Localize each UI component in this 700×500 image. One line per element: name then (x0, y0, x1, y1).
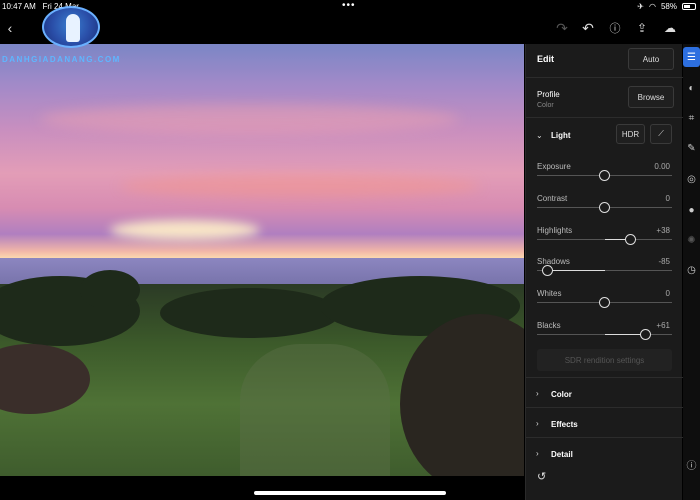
slider-value-exposure[interactable]: 0.00 (654, 162, 670, 171)
preset-icon[interactable]: ◐ (683, 78, 700, 98)
home-indicator[interactable] (254, 491, 446, 495)
slider-label-highlights: Highlights (537, 225, 573, 235)
hdr-button[interactable]: HDR (616, 124, 645, 144)
watermark-logo (42, 6, 100, 48)
time-text: 10:47 AM (2, 2, 36, 11)
chevron-right-icon[interactable]: › (536, 389, 539, 398)
divider (526, 77, 683, 78)
section-effects[interactable]: Effects (551, 420, 578, 429)
curve-icon[interactable]: ⟋ (650, 124, 672, 144)
browse-button[interactable]: Browse (628, 86, 674, 108)
blur-icon[interactable]: ● (683, 200, 700, 220)
profile-value: Color (537, 102, 554, 109)
versions-icon[interactable]: ◷ (683, 260, 700, 280)
divider (526, 437, 683, 438)
heal-icon[interactable]: ✎ (683, 138, 700, 158)
slider-knob-contrast[interactable] (599, 201, 610, 213)
slider-fill-shadows (547, 270, 605, 272)
share-icon[interactable]: ⇪ (632, 18, 652, 38)
section-color[interactable]: Color (551, 390, 572, 399)
slider-label-blacks: Blacks (537, 321, 561, 330)
reset-icon[interactable]: ↺ (537, 470, 546, 483)
cloud-icon[interactable]: ☁ (660, 18, 680, 38)
divider (526, 117, 683, 118)
lens-icon[interactable]: ✺ (683, 230, 700, 250)
slider-label-shadows: Shadows (537, 257, 570, 267)
edit-panel: Edit Auto Profile Color Browse ⌄ Light H… (525, 44, 683, 500)
slider-knob-highlights[interactable] (624, 233, 636, 245)
section-detail[interactable]: Detail (551, 450, 573, 459)
top-toolbar: ‹ ↷ ↶ ⓘ ⇪ ☁ (0, 14, 700, 42)
slider-label-contrast: Contrast (537, 193, 568, 203)
wifi-icon: ◠ (649, 2, 656, 11)
sdr-rendition-button[interactable]: SDR rendition settings (537, 349, 672, 371)
divider (526, 407, 683, 408)
divider (526, 377, 683, 378)
slider-knob-shadows[interactable] (541, 265, 553, 277)
photo-canvas[interactable] (0, 44, 524, 476)
slider-value-shadows[interactable]: -85 (658, 257, 670, 266)
profile-label: Profile (537, 90, 560, 99)
auto-button[interactable]: Auto (628, 48, 674, 70)
slider-value-blacks[interactable]: +61 (656, 321, 670, 330)
chevron-down-icon[interactable]: ⌄ (536, 131, 543, 140)
redo-icon[interactable]: ↷ (552, 18, 572, 38)
status-bar: 10:47 AM Fri 24 Mar ••• ✈ ◠ 58% (0, 0, 700, 14)
grass-path (240, 344, 390, 476)
slider-value-whites[interactable]: 0 (666, 289, 670, 298)
logo-figure (66, 14, 80, 42)
light-section-label[interactable]: Light (551, 131, 571, 140)
sky-cloud (40, 104, 460, 134)
slider-knob-exposure[interactable] (599, 170, 610, 181)
help-icon[interactable]: ⓘ (605, 18, 625, 38)
chevron-right-icon[interactable]: › (536, 419, 539, 428)
crop-icon[interactable]: ⌗ (683, 108, 700, 128)
tool-rail: ☰ ◐ ⌗ ✎ ◎ ● ✺ ◷ ⓘ (683, 44, 700, 500)
adjust-icon[interactable]: ☰ (683, 47, 700, 67)
back-icon[interactable]: ‹ (0, 18, 20, 38)
chevron-right-icon[interactable]: › (536, 449, 539, 458)
bush (80, 270, 140, 310)
watermark-text: DANHGIADANANG.COM (2, 55, 121, 64)
sky-cloud (120, 174, 480, 198)
undo-icon[interactable]: ↶ (578, 18, 598, 38)
battery-text: 58% (660, 2, 677, 11)
multitask-icon[interactable]: ••• (342, 0, 356, 11)
info-icon[interactable]: ⓘ (683, 454, 700, 474)
airplane-icon: ✈ (637, 2, 644, 11)
slider-knob-blacks[interactable] (640, 329, 652, 340)
mask-icon[interactable]: ◎ (683, 169, 700, 189)
sun-glow (110, 220, 260, 240)
slider-label-whites: Whites (537, 289, 562, 299)
slider-value-contrast[interactable]: 0 (666, 194, 670, 203)
slider-value-highlights[interactable]: +38 (656, 226, 670, 235)
bush (160, 288, 340, 338)
panel-title: Edit (537, 54, 554, 64)
slider-label-exposure: Exposure (537, 162, 571, 171)
status-right: ✈ ◠ 58% (637, 2, 696, 11)
slider-knob-whites[interactable] (599, 297, 610, 309)
battery-icon (682, 3, 696, 10)
